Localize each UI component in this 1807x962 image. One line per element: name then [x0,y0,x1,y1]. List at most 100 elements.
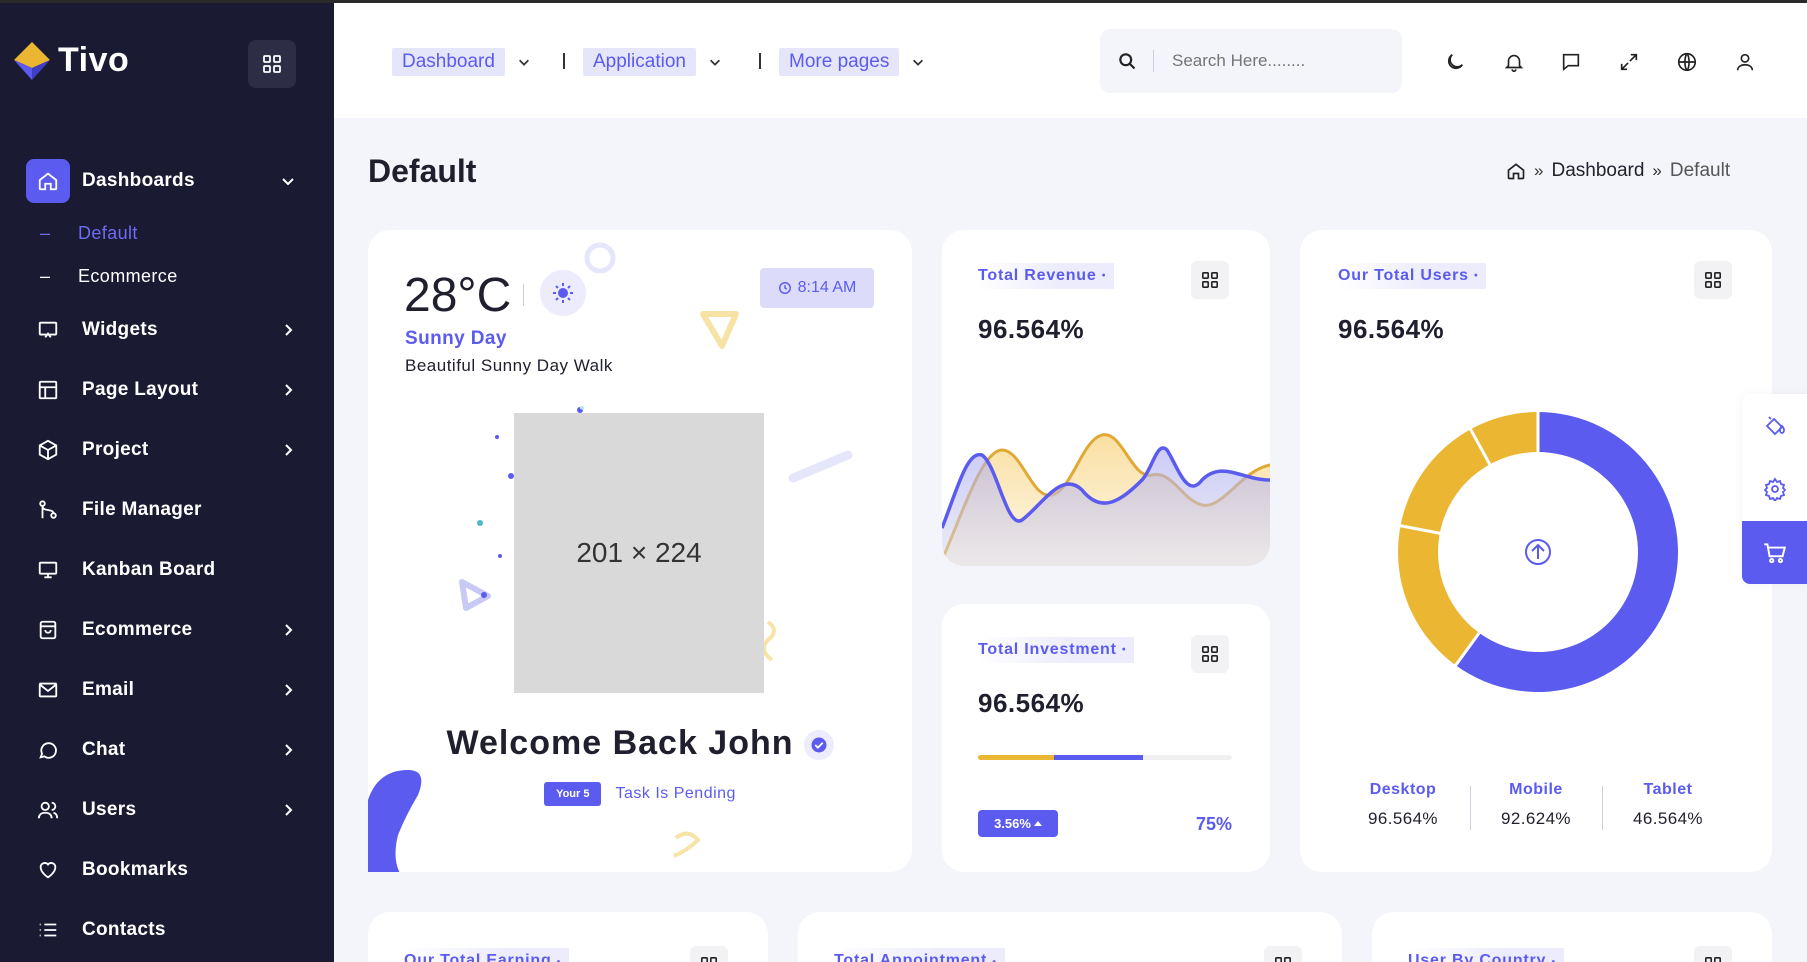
total-revenue-card: Total Revenue • 96.564% [942,230,1270,566]
globe-icon[interactable] [1674,49,1700,75]
card-title: Total Appointment • [834,948,1005,962]
card-title: Total Investment • [978,637,1135,663]
sidebar-subitem-ecommerce[interactable]: – Ecommerce [40,262,178,290]
header-nav-label: Dashboard [392,48,505,76]
users-donut-chart [1398,410,1678,692]
card-menu-button[interactable] [690,946,728,962]
card-menu-button[interactable] [1694,946,1732,962]
card-title: User By Country • [1408,948,1564,962]
bell-icon[interactable] [1501,49,1527,75]
caret-up-icon [1033,820,1042,826]
chevron-right-icon [285,324,293,336]
breadcrumb-item[interactable]: Dashboard [1551,160,1644,182]
sidebar-item-widgets[interactable]: Widgets [26,308,296,352]
search-icon[interactable] [1100,50,1154,72]
sidebar-subitem-default[interactable]: – Default [40,219,138,247]
user-icon[interactable] [1732,49,1758,75]
placeholder-label: 201 × 224 [576,537,702,568]
change-value: 3.56% [994,816,1031,831]
pending-text: Task Is Pending [615,785,736,802]
card-menu-button[interactable] [1191,635,1229,673]
verified-icon [803,730,834,761]
sidebar-item-dashboards[interactable]: Dashboards [26,159,296,203]
paint-bucket-button[interactable] [1742,394,1807,457]
investment-progress-bar [978,755,1232,760]
total-earning-card: Our Total Earning • [368,912,768,962]
top-header: Dashboard Application More pages [334,3,1807,118]
logo-icon [14,42,50,80]
legend-tablet: Tablet 46.564% [1602,781,1734,829]
sidebar-item-label: Bookmarks [82,859,189,880]
home-icon[interactable] [1506,161,1526,181]
total-investment-card: Total Investment • 96.564% 3.56% 75% [942,604,1270,872]
header-nav-label: More pages [779,48,900,76]
moon-icon[interactable] [1442,49,1468,75]
sidebar-item-email[interactable]: Email [26,668,296,712]
sidebar-item-ecommerce[interactable]: Ecommerce [26,608,296,652]
progress-segment-1 [978,755,1055,760]
users-value: 96.564% [1338,314,1445,344]
user-by-country-card: User By Country • [1372,912,1772,962]
sidebar-item-label: Ecommerce [82,619,193,640]
change-badge: 3.56% [978,810,1058,837]
sidebar-item-kanban-board[interactable]: Kanban Board [26,548,296,592]
header-nav-application[interactable]: Application [583,47,722,77]
fullscreen-icon[interactable] [1616,49,1642,75]
sidebar-item-label: Chat [82,739,126,760]
chat-icon [26,728,70,772]
sidebar-item-chat[interactable]: Chat [26,728,296,772]
sidebar-item-label: File Manager [82,499,202,520]
chevron-down-icon [709,59,720,66]
legend-value: 92.624% [1501,809,1571,828]
chevron-down-icon [282,178,294,186]
search-box [1100,29,1402,93]
header-nav-dashboard[interactable]: Dashboard [392,47,531,77]
settings-button[interactable] [1742,457,1807,520]
legend-value: 46.564% [1633,809,1703,828]
card-title-text: User By Country [1408,952,1547,962]
sidebar: Tivo Dashboards – Default – Ecommerce Widg… [0,0,334,962]
grid-icon [1201,271,1219,289]
sidebar-item-contacts[interactable]: Contacts [26,908,296,952]
header-divider [759,53,761,69]
gear-icon [1763,476,1786,501]
message-icon[interactable] [1558,49,1584,75]
sidebar-item-label: Page Layout [82,379,199,400]
sidebar-item-bookmarks[interactable]: Bookmarks [26,848,296,892]
sidebar-item-users[interactable]: Users [26,788,296,832]
sidebar-item-file-manager[interactable]: File Manager [26,488,296,532]
donut-slice [1398,412,1538,666]
welcome-illustration-placeholder: 201 × 224 [514,413,764,693]
revenue-area-chart [942,433,1270,566]
card-menu-button[interactable] [1694,261,1732,299]
header-nav-more-pages[interactable]: More pages [779,47,925,77]
task-count-badge: Your 5 [544,782,602,806]
card-menu-button[interactable] [1191,261,1229,299]
breadcrumb-separator: » [1652,161,1662,180]
breadcrumb: » Dashboard » Default [1506,160,1730,182]
cart-button[interactable] [1742,521,1807,584]
card-title: Total Revenue • [978,263,1115,289]
card-menu-button[interactable] [1264,946,1302,962]
chevron-right-icon [285,744,293,756]
chevron-right-icon [285,384,293,396]
sidebar-toggle-button[interactable] [248,40,296,88]
card-title-text: Our Total Earning [404,952,552,962]
sidebar-item-label: Email [82,679,135,700]
grid-icon [1274,956,1292,962]
sidebar-item-label: Kanban Board [82,559,216,580]
card-title: Our Total Earning • [404,948,570,962]
breadcrumb-current: Default [1669,160,1731,181]
brand-logo[interactable]: Tivo [10,38,129,82]
legend-label: Desktop [1369,781,1437,798]
card-title: Our Total Users • [1338,263,1487,289]
sidebar-item-project[interactable]: Project [26,428,296,472]
grid-icon [263,55,281,73]
sidebar-item-page-layout[interactable]: Page Layout [26,368,296,412]
home-icon [26,159,70,203]
page-title: Default [368,153,477,189]
card-title-text: Total Investment [978,641,1117,658]
sidebar-item-label: Project [82,439,149,460]
search-input[interactable] [1172,51,1372,71]
sidebar-item-label: Widgets [82,319,158,340]
